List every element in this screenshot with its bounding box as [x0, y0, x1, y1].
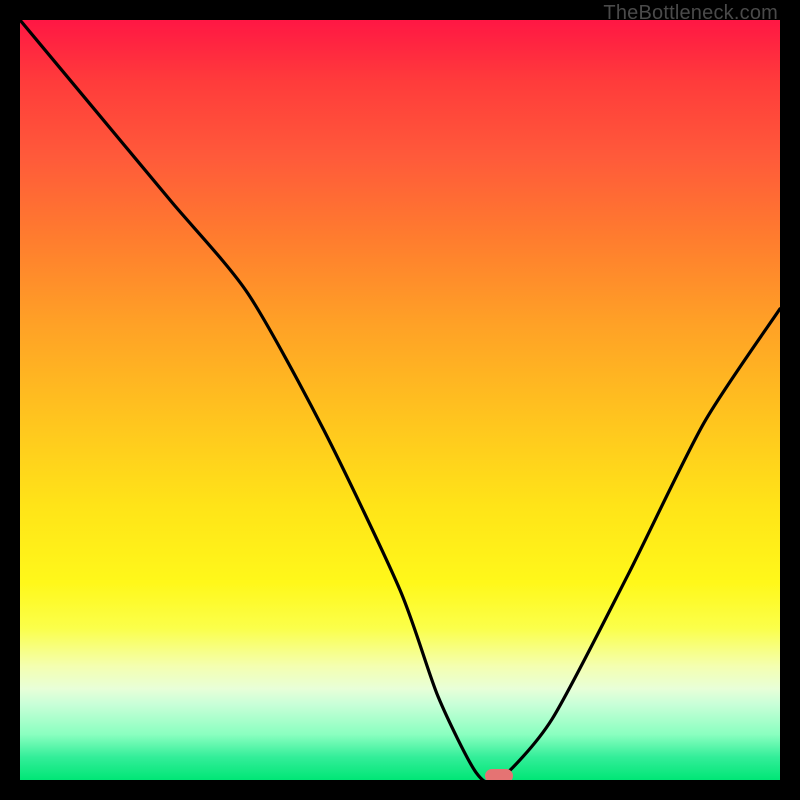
- bottleneck-curve: [20, 20, 780, 780]
- optimal-point-marker: [485, 769, 513, 780]
- watermark-text: TheBottleneck.com: [603, 2, 778, 25]
- chart-frame: TheBottleneck.com: [0, 0, 800, 800]
- plot-area: [20, 20, 780, 780]
